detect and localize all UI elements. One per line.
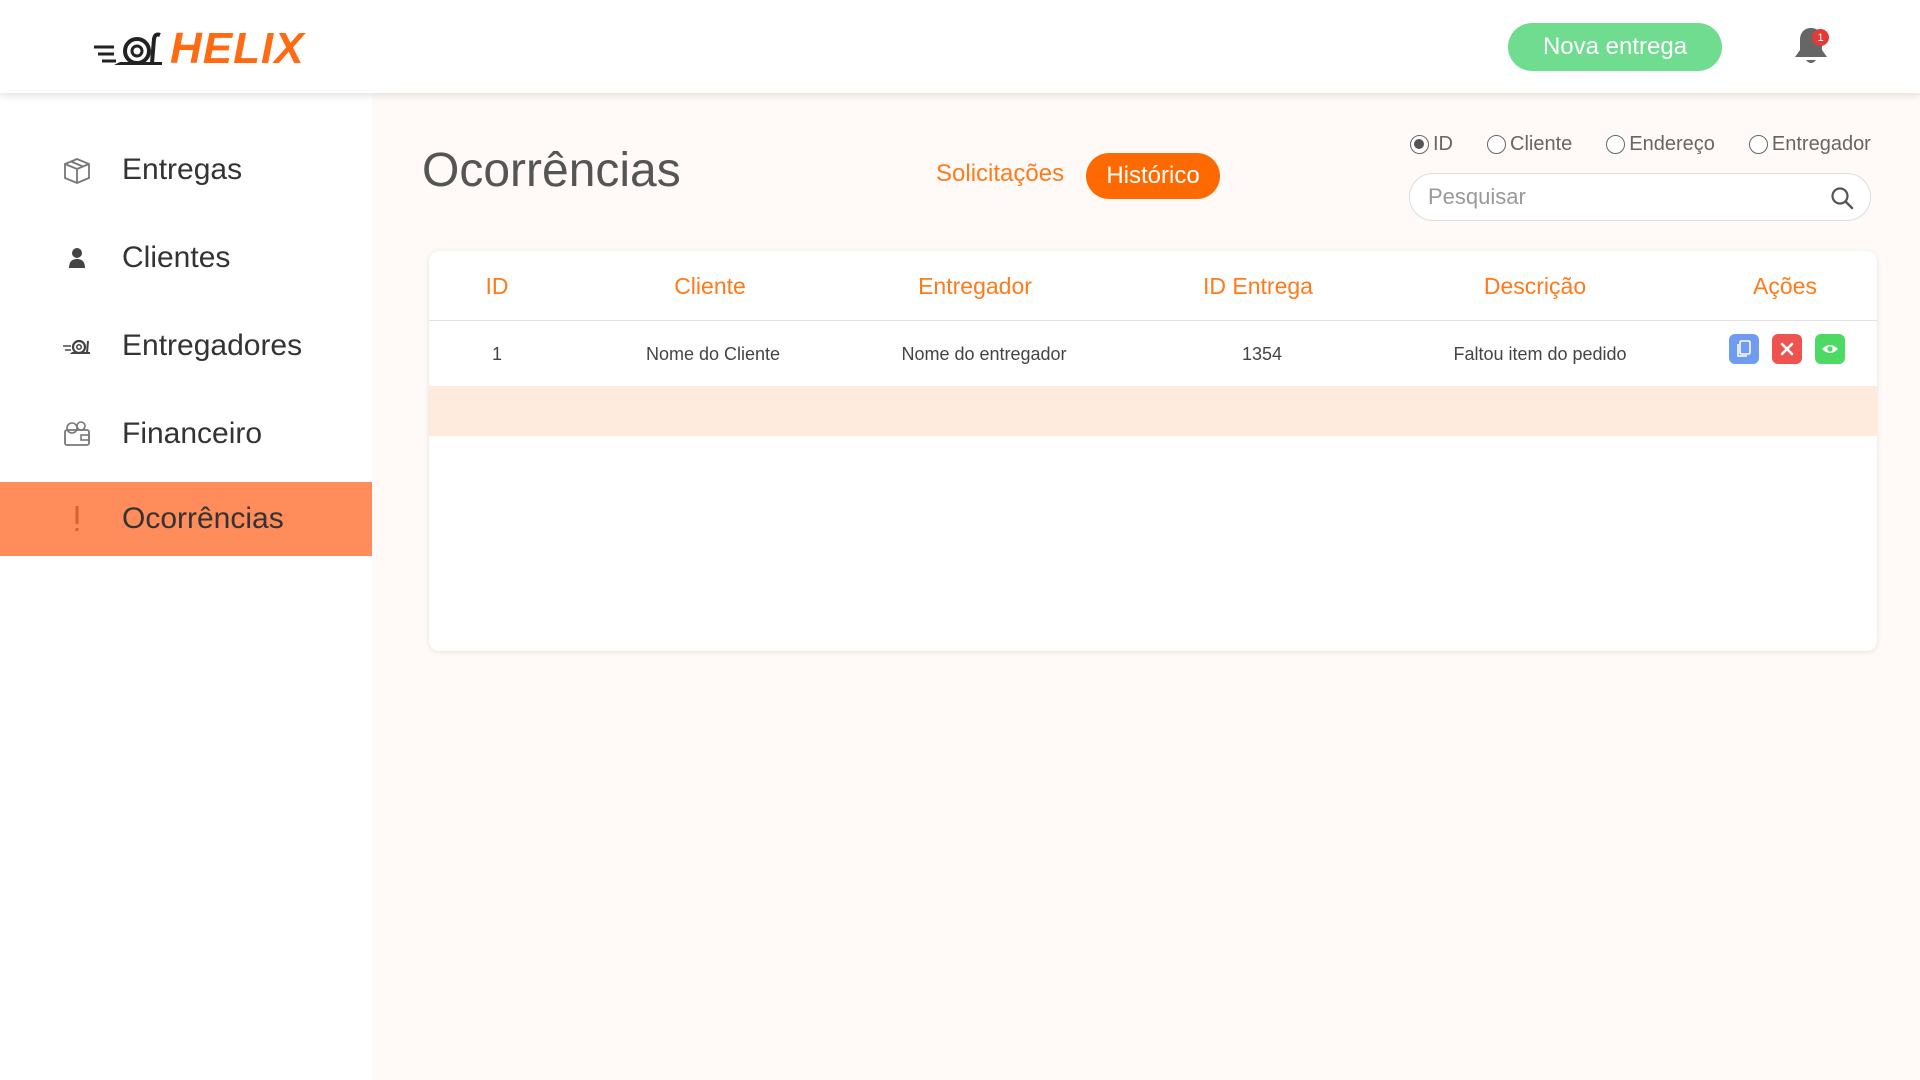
snail-logo-icon xyxy=(94,32,162,65)
sidebar-item-label: Entregas xyxy=(122,153,243,186)
snail-icon xyxy=(60,329,94,363)
radio-button[interactable] xyxy=(1748,135,1768,154)
sidebar-item-ocorrencias[interactable]: Ocorrências xyxy=(0,482,372,556)
row-actions xyxy=(1729,334,1858,364)
column-header-entregador: Entregador xyxy=(918,273,1032,299)
table-row-empty xyxy=(429,386,1877,436)
sidebar-item-clientes[interactable]: Clientes xyxy=(0,221,372,295)
exclamation-icon xyxy=(60,502,94,536)
search-icon[interactable] xyxy=(1830,186,1854,210)
search-box xyxy=(1409,173,1871,221)
column-header-id-entrega: ID Entrega xyxy=(1203,273,1313,299)
view-button[interactable] xyxy=(1815,334,1845,364)
radio-button-checked[interactable] xyxy=(1410,135,1429,154)
person-icon xyxy=(60,241,94,275)
search-input[interactable] xyxy=(1428,182,1818,212)
filter-radio-endereco[interactable]: Endereço xyxy=(1606,133,1715,156)
cell-descricao: Faltou item do pedido xyxy=(1453,344,1627,364)
search-filter-group: ID Cliente Endereço Entregador xyxy=(1410,133,1871,156)
notification-badge: 1 xyxy=(1812,29,1829,46)
copy-icon xyxy=(1737,340,1751,357)
sidebar-item-label: Entregadores xyxy=(122,329,303,362)
column-header-descricao: Descrição xyxy=(1483,273,1587,299)
table-row: 1 Nome do Cliente Nome do entregador 135… xyxy=(429,322,1877,386)
column-header-cliente: Cliente xyxy=(674,273,746,299)
sidebar-item-financeiro[interactable]: Financeiro xyxy=(0,397,372,471)
radio-button[interactable] xyxy=(1487,135,1506,154)
cell-id-entrega: 1354 xyxy=(1241,344,1283,364)
wallet-icon xyxy=(60,417,94,451)
cell-entregador: Nome do entregador xyxy=(901,344,1067,364)
delete-button[interactable] xyxy=(1772,334,1802,364)
logo-text: HELIX xyxy=(170,24,305,73)
occurrences-table: ID Cliente Entregador ID Entrega Descriç… xyxy=(429,251,1877,651)
page-title: Ocorrências xyxy=(422,144,681,197)
sidebar-item-label: Financeiro xyxy=(122,417,263,450)
sidebar-item-entregadores[interactable]: Entregadores xyxy=(0,309,372,383)
column-header-id: ID xyxy=(485,273,509,299)
tab-solicitacoes[interactable]: Solicitações xyxy=(936,160,1064,188)
table-header: ID Cliente Entregador ID Entrega Descriç… xyxy=(429,251,1877,321)
close-icon xyxy=(1780,342,1794,356)
copy-button[interactable] xyxy=(1729,334,1759,364)
filter-label: Entregador xyxy=(1771,133,1871,155)
sidebar-item-label: Clientes xyxy=(122,241,231,274)
filter-radio-cliente[interactable]: Cliente xyxy=(1487,133,1572,156)
filter-radio-entregador[interactable]: Entregador xyxy=(1748,133,1871,156)
radio-button[interactable] xyxy=(1606,135,1626,154)
package-icon xyxy=(60,153,94,187)
sidebar-item-label: Ocorrências xyxy=(122,502,284,535)
filter-radio-id[interactable]: ID xyxy=(1410,133,1453,156)
filter-label: Cliente xyxy=(1510,133,1573,155)
main-content: Ocorrências Solicitações Histórico ID Cl… xyxy=(372,93,1920,1080)
cell-id: 1 xyxy=(491,344,503,364)
column-header-acoes: Ações xyxy=(1753,273,1817,299)
top-header: HELIX Nova entrega 1 xyxy=(0,0,1920,93)
filter-label: ID xyxy=(1433,133,1453,155)
helix-logo[interactable]: HELIX xyxy=(92,24,305,73)
sidebar: Entregas Clientes Entregadores Financeir… xyxy=(0,93,372,1080)
new-delivery-button[interactable]: Nova entrega xyxy=(1508,23,1722,71)
cell-cliente: Nome do Cliente xyxy=(645,344,781,364)
eye-icon xyxy=(1822,345,1838,353)
sidebar-item-entregas[interactable]: Entregas xyxy=(0,133,372,207)
filter-label: Endereço xyxy=(1629,133,1715,155)
tab-historico[interactable]: Histórico xyxy=(1086,153,1220,199)
